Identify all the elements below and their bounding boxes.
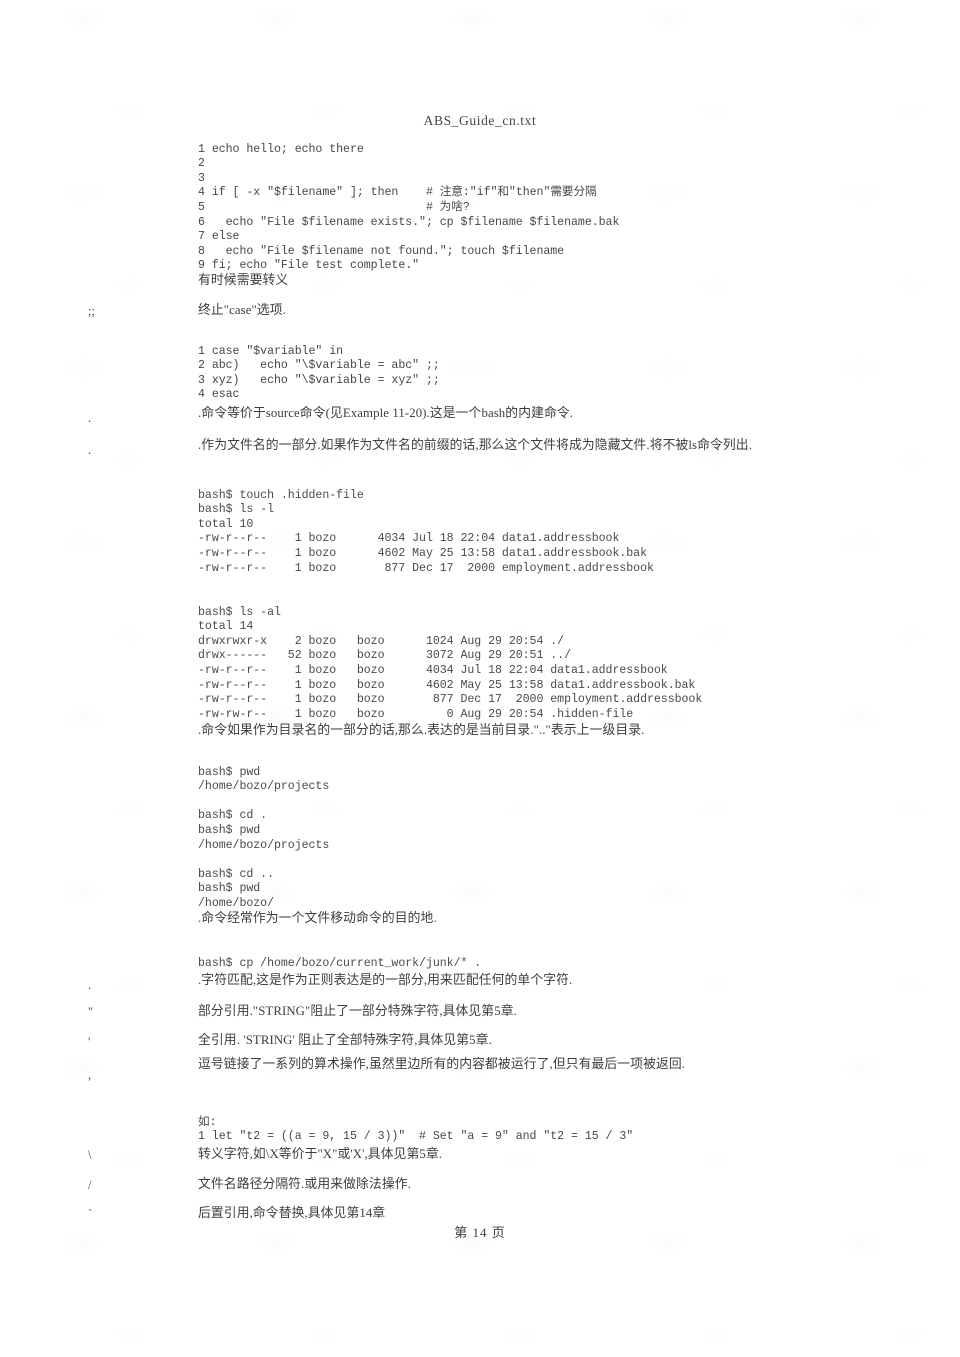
symbol-single-quote: ': [88, 1035, 91, 1049]
symbol-dot-hidden: .: [88, 443, 92, 457]
terminal-block-ls-al: bash$ ls -al total 14 drwxrwxr-x 2 bozo …: [198, 605, 703, 721]
paragraph-dot-destination: .命令经常作为一个文件移动命令的目的地.: [198, 911, 437, 925]
symbol-double-quote: ": [88, 1005, 94, 1019]
paragraph-dot-regex: .字符匹配,这是作为正则表达是的一部分,用来匹配任何的单个字符.: [198, 973, 573, 987]
paragraph-partial-quoting: 部分引用."STRING"阻止了一部分特殊字符,具体见第5章.: [198, 1004, 517, 1018]
paragraph-slash-separator: 文件名路径分隔符.或用来做除法操作.: [198, 1177, 411, 1191]
paragraph-escape-note: 有时候需要转义: [198, 273, 289, 287]
paragraph-backslash-escape: 转义字符,如\X等价于"X"或'X',具体见第5章.: [198, 1147, 443, 1161]
symbol-backslash: \: [88, 1148, 92, 1162]
terminal-block-pwd-cd: bash$ pwd /home/bozo/projects bash$ cd .…: [198, 765, 330, 910]
paragraph-dot-directory: .命令如果作为目录名的一部分的话,那么.表达的是当前目录.".."表示上一级目录…: [198, 723, 645, 737]
page-footer-number: 第 14 页: [454, 1225, 506, 1240]
code-block-if-test: 1 echo hello; echo there 2 3 4 if [ -x "…: [198, 142, 620, 273]
symbol-slash: /: [88, 1178, 92, 1192]
paragraph-dot-source: .命令等价于source命令(见Example 11-20).这是一个bash的…: [198, 406, 574, 420]
code-block-case: 1 case "$variable" in 2 abc) echo "\$var…: [198, 344, 440, 402]
symbol-backtick: `: [88, 1207, 93, 1221]
terminal-block-cp: bash$ cp /home/bozo/current_work/junk/* …: [198, 956, 482, 970]
symbol-dot-source: .: [88, 411, 92, 425]
terminal-block-ls-l: bash$ touch .hidden-file bash$ ls -l tot…: [198, 488, 654, 575]
paragraph-dot-hidden-file: .作为文件名的一部分.如果作为文件名的前缀的话,那么这个文件将成为隐藏文件.将不…: [198, 438, 753, 452]
page-header-title: ABS_Guide_cn.txt: [423, 113, 537, 128]
document-page: ABS_Guide_cn.txt 1 echo hello; echo ther…: [0, 0, 960, 1357]
code-block-let: 如: 1 let "t2 = ((a = 9, 15 / 3))" # Set …: [198, 1115, 634, 1144]
symbol-dot-regex: .: [88, 978, 92, 992]
symbol-double-semicolon: ;;: [88, 304, 95, 318]
paragraph-backtick-substitution: 后置引用,命令替换,具体见第14章: [198, 1206, 386, 1220]
paragraph-comma-operator: 逗号链接了一系列的算术操作,虽然里边所有的内容都被运行了,但只有最后一项被返回.: [198, 1057, 686, 1071]
paragraph-full-quoting: 全引用. 'STRING' 阻止了全部特殊字符,具体见第5章.: [198, 1033, 492, 1047]
paragraph-case-terminator: 终止"case"选项.: [198, 303, 286, 317]
symbol-comma: ,: [88, 1068, 92, 1082]
